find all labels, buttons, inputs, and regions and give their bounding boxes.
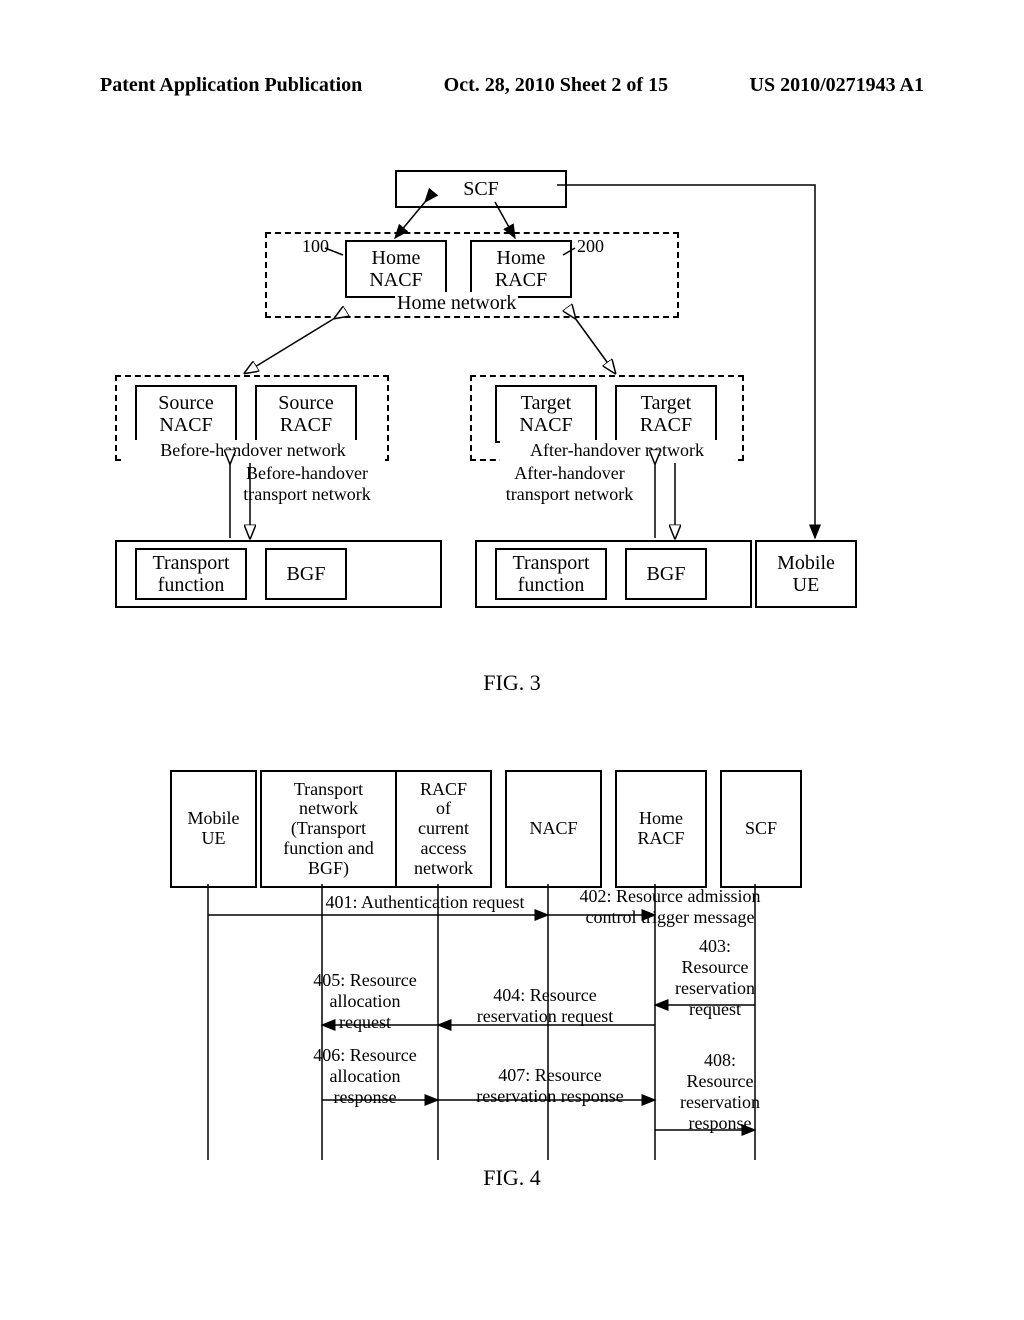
ref-100: 100: [300, 236, 331, 257]
msg-401: 401: Authentication request: [300, 892, 550, 913]
fig3-caption: FIG. 3: [0, 670, 1024, 696]
seq-racf-current: RACF of current access network: [395, 770, 492, 888]
seq-mobile-ue: Mobile UE: [170, 770, 257, 888]
before-network-label: Before-handover network: [121, 440, 385, 461]
seq-nacf: NACF: [505, 770, 602, 888]
figure-3: SCF Home NACF Home RACF Home network 100…: [115, 170, 875, 660]
msg-403: 403: Resource reservation request: [660, 936, 770, 1020]
after-transport-label: After-handover transport network: [480, 463, 659, 505]
bgf-right: BGF: [625, 548, 707, 600]
target-nacf-box: Target NACF: [495, 385, 597, 443]
transport-function-left: Transport function: [135, 548, 247, 600]
home-network-label: Home network: [395, 292, 518, 315]
before-transport-label: Before-handover transport network: [215, 463, 399, 505]
target-racf-box: Target RACF: [615, 385, 717, 443]
seq-transport: Transport network (Transport function an…: [260, 770, 397, 888]
msg-407: 407: Resource reservation response: [460, 1065, 640, 1107]
header-left: Patent Application Publication: [100, 74, 362, 97]
mobile-ue-box: Mobile UE: [755, 540, 857, 608]
msg-405: 405: Resource allocation request: [300, 970, 430, 1033]
header-right: US 2010/0271943 A1: [750, 74, 924, 97]
msg-404: 404: Resource reservation request: [460, 985, 630, 1027]
figure-4: Mobile UE Transport network (Transport f…: [170, 770, 830, 1160]
bgf-left: BGF: [265, 548, 347, 600]
seq-scf: SCF: [720, 770, 802, 888]
scf-box: SCF: [395, 170, 567, 208]
source-nacf-box: Source NACF: [135, 385, 237, 443]
header-center: Oct. 28, 2010 Sheet 2 of 15: [444, 74, 668, 97]
after-network-label: After-handover network: [500, 440, 734, 461]
fig4-caption: FIG. 4: [0, 1165, 1024, 1191]
msg-406: 406: Resource allocation response: [300, 1045, 430, 1108]
transport-function-right: Transport function: [495, 548, 607, 600]
source-racf-box: Source RACF: [255, 385, 357, 443]
ref-200: 200: [575, 236, 606, 257]
seq-home-racf: Home RACF: [615, 770, 707, 888]
msg-402: 402: Resource admission control trigger …: [560, 886, 780, 928]
home-nacf-box: Home NACF: [345, 240, 447, 298]
home-racf-box: Home RACF: [470, 240, 572, 298]
msg-408: 408: Resource reservation response: [665, 1050, 775, 1134]
